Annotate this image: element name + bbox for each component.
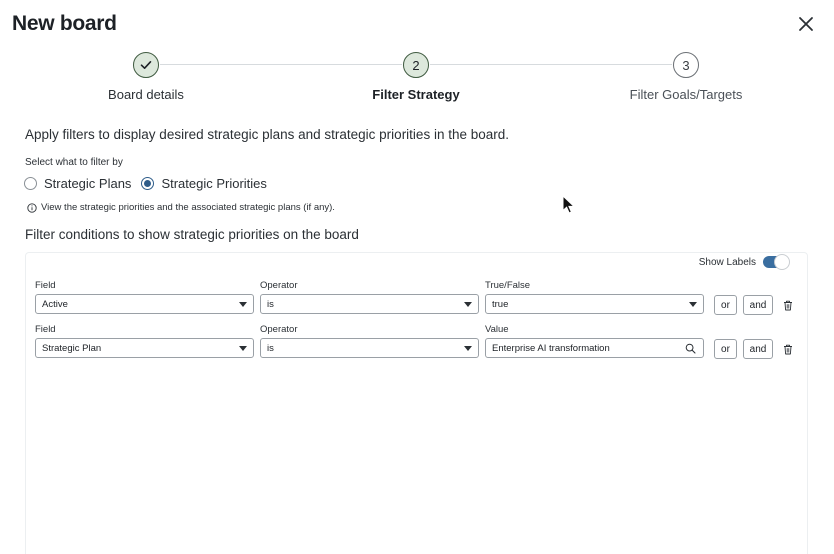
- caret-down-icon: [239, 346, 247, 351]
- step-filter-strategy[interactable]: 2 Filter Strategy: [336, 52, 496, 102]
- dialog-header: New board: [12, 12, 822, 36]
- mouse-cursor-icon: [562, 195, 576, 214]
- field-label: Field: [35, 280, 56, 291]
- step-label: Board details: [108, 87, 184, 102]
- radio-strategic-plans[interactable]: Strategic Plans: [24, 176, 131, 191]
- field-select[interactable]: Active: [35, 294, 254, 314]
- or-button[interactable]: or: [714, 339, 737, 359]
- delete-condition-button[interactable]: [783, 298, 793, 316]
- close-icon: [799, 17, 813, 31]
- radio-label: Strategic Plans: [44, 176, 132, 191]
- wizard-stepper: Board details 2 Filter Strategy 3 Filter…: [0, 52, 834, 102]
- value-column: True/False true: [485, 280, 704, 314]
- checkmark-icon: [140, 61, 152, 69]
- trash-icon: [784, 344, 792, 355]
- value-text: Enterprise AI transformation: [492, 342, 610, 354]
- info-text: View the strategic priorities and the as…: [41, 202, 335, 213]
- show-labels-label: Show Labels: [698, 256, 756, 268]
- value-text: true: [492, 298, 509, 310]
- intro-text: Apply filters to display desired strateg…: [25, 127, 509, 142]
- filter-by-radio-group: Strategic Plans Strategic Priorities: [24, 176, 277, 191]
- value-select[interactable]: true: [485, 294, 704, 314]
- or-button[interactable]: or: [714, 295, 737, 315]
- field-column: Field Strategic Plan: [35, 324, 254, 358]
- caret-down-icon: [689, 302, 697, 307]
- step-board-details[interactable]: Board details: [66, 52, 226, 102]
- step-label: Filter Goals/Targets: [629, 87, 743, 102]
- conditions-title: Filter conditions to show strategic prio…: [25, 227, 359, 242]
- trash-icon: [784, 300, 792, 311]
- info-icon: [27, 202, 37, 213]
- operator-select[interactable]: is: [260, 338, 479, 358]
- operator-label: Operator: [260, 324, 298, 335]
- radio-label: Strategic Priorities: [161, 176, 267, 191]
- value-label: Value: [485, 324, 509, 335]
- condition-row: Field Active Operator is True/False true…: [35, 280, 805, 320]
- search-icon: [685, 343, 696, 354]
- field-column: Field Active: [35, 280, 254, 314]
- caret-down-icon: [464, 302, 472, 307]
- show-labels-toggle[interactable]: [763, 254, 790, 270]
- step-circle: [133, 52, 159, 78]
- radio-button[interactable]: [24, 177, 37, 190]
- and-button[interactable]: and: [743, 295, 773, 315]
- info-message: View the strategic priorities and the as…: [27, 202, 335, 213]
- caret-down-icon: [464, 346, 472, 351]
- step-circle: 3: [673, 52, 699, 78]
- radio-button-selected[interactable]: [141, 177, 155, 190]
- operator-value: is: [267, 342, 274, 354]
- show-labels-control: Show Labels: [698, 254, 790, 270]
- operator-label: Operator: [260, 280, 298, 291]
- conditions-panel: Show Labels Field Active Operator is Tru…: [25, 252, 808, 554]
- step-filter-goals[interactable]: 3 Filter Goals/Targets: [606, 52, 766, 102]
- field-value: Active: [42, 298, 68, 310]
- field-label: Field: [35, 324, 56, 335]
- caret-down-icon: [239, 302, 247, 307]
- field-select[interactable]: Strategic Plan: [35, 338, 254, 358]
- step-label: Filter Strategy: [372, 87, 460, 102]
- close-button[interactable]: [796, 14, 816, 34]
- operator-value: is: [267, 298, 274, 310]
- radio-strategic-priorities[interactable]: Strategic Priorities: [141, 176, 267, 191]
- condition-row: Field Strategic Plan Operator is Value E…: [35, 324, 805, 364]
- filter-by-label: Select what to filter by: [25, 157, 123, 168]
- operator-select[interactable]: is: [260, 294, 479, 314]
- operator-column: Operator is: [260, 280, 479, 314]
- field-value: Strategic Plan: [42, 342, 102, 354]
- dialog-title: New board: [12, 12, 117, 35]
- value-column: Value Enterprise AI transformation: [485, 324, 704, 358]
- delete-condition-button[interactable]: [783, 342, 793, 360]
- and-button[interactable]: and: [743, 339, 773, 359]
- value-label: True/False: [485, 280, 531, 291]
- operator-column: Operator is: [260, 324, 479, 358]
- value-search-input[interactable]: Enterprise AI transformation: [485, 338, 704, 358]
- step-circle: 2: [403, 52, 429, 78]
